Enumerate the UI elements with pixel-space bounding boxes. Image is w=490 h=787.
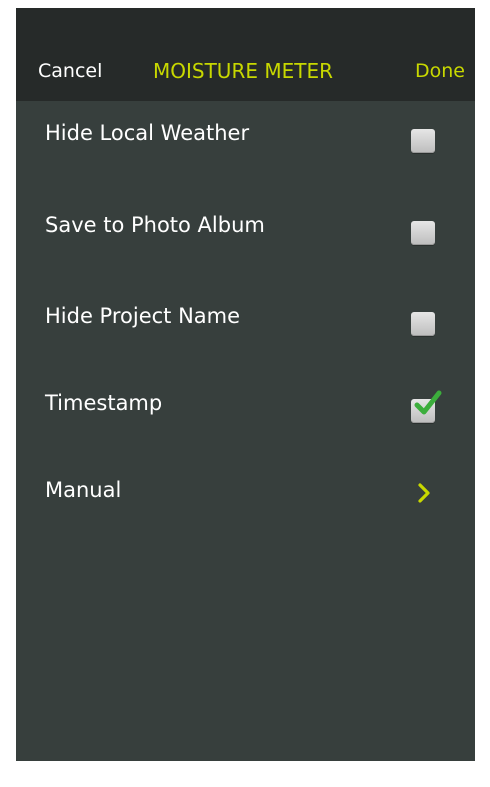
save-to-photo-album-checkbox[interactable]: [411, 221, 435, 245]
hide-project-name-checkbox[interactable]: [411, 312, 435, 336]
timestamp-checkbox[interactable]: [411, 390, 442, 423]
setting-label: Hide Local Weather: [45, 121, 250, 145]
cancel-button[interactable]: Cancel: [38, 60, 102, 82]
app-screen: Cancel MOISTURE METER Done Hide Local We…: [16, 8, 475, 761]
chevron-right-icon[interactable]: [416, 482, 432, 504]
done-button[interactable]: Done: [415, 60, 465, 82]
setting-row-hide-project-name[interactable]: Hide Project Name: [16, 284, 475, 372]
setting-label: Manual: [45, 478, 122, 502]
hide-local-weather-checkbox[interactable]: [411, 129, 435, 153]
page-title: MOISTURE METER: [153, 59, 333, 83]
setting-row-save-to-photo-album[interactable]: Save to Photo Album: [16, 193, 475, 281]
setting-label: Save to Photo Album: [45, 213, 265, 237]
setting-label: Hide Project Name: [45, 304, 241, 328]
checkmark-icon: [414, 390, 442, 415]
setting-row-timestamp[interactable]: Timestamp: [16, 371, 475, 459]
setting-row-hide-local-weather[interactable]: Hide Local Weather: [16, 101, 475, 189]
status-bar: [16, 8, 475, 45]
setting-row-manual[interactable]: Manual: [16, 458, 475, 546]
navigation-bar: Cancel MOISTURE METER Done: [16, 45, 475, 101]
setting-label: Timestamp: [45, 391, 163, 415]
